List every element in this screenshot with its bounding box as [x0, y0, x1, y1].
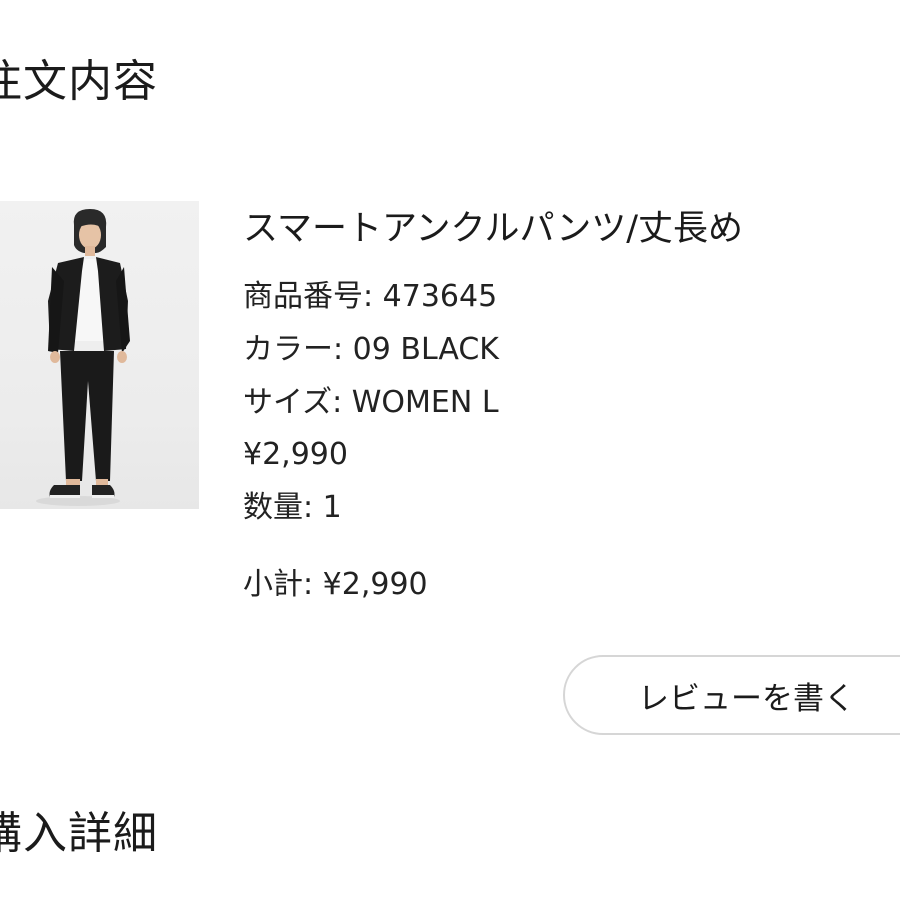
product-quantity-value: 1	[322, 490, 342, 525]
product-name[interactable]: スマートアンクルパンツ/丈長め	[243, 208, 743, 250]
write-review-label: レビューを書く	[638, 680, 855, 717]
product-size: サイズ: WOMEN L	[243, 385, 499, 421]
product-number-value: 473645	[382, 279, 498, 314]
product-number-label: 商品番号:	[243, 279, 383, 314]
order-contents-heading: 注文内容	[0, 56, 158, 107]
product-photo-icon	[36, 209, 130, 506]
order-detail-page: 注文内容	[0, 0, 900, 900]
write-review-button[interactable]: レビューを書く	[563, 655, 900, 735]
purchase-details-heading: 購入詳細	[0, 808, 158, 859]
product-color-label: カラー:	[243, 332, 353, 367]
product-quantity: 数量: 1	[243, 490, 342, 526]
product-quantity-label: 数量:	[243, 490, 323, 525]
subtotal: 小計: ¥2,990	[243, 567, 428, 603]
product-size-value: WOMEN L	[351, 385, 499, 420]
product-price: ¥2,990	[243, 437, 348, 472]
product-color-value: 09 BLACK	[352, 332, 499, 367]
product-image[interactable]	[0, 201, 199, 509]
subtotal-value: ¥2,990	[322, 567, 428, 602]
subtotal-label: 小計:	[243, 567, 323, 602]
product-number: 商品番号: 473645	[243, 279, 497, 315]
product-color: カラー: 09 BLACK	[243, 332, 499, 368]
product-size-label: サイズ:	[243, 385, 352, 420]
